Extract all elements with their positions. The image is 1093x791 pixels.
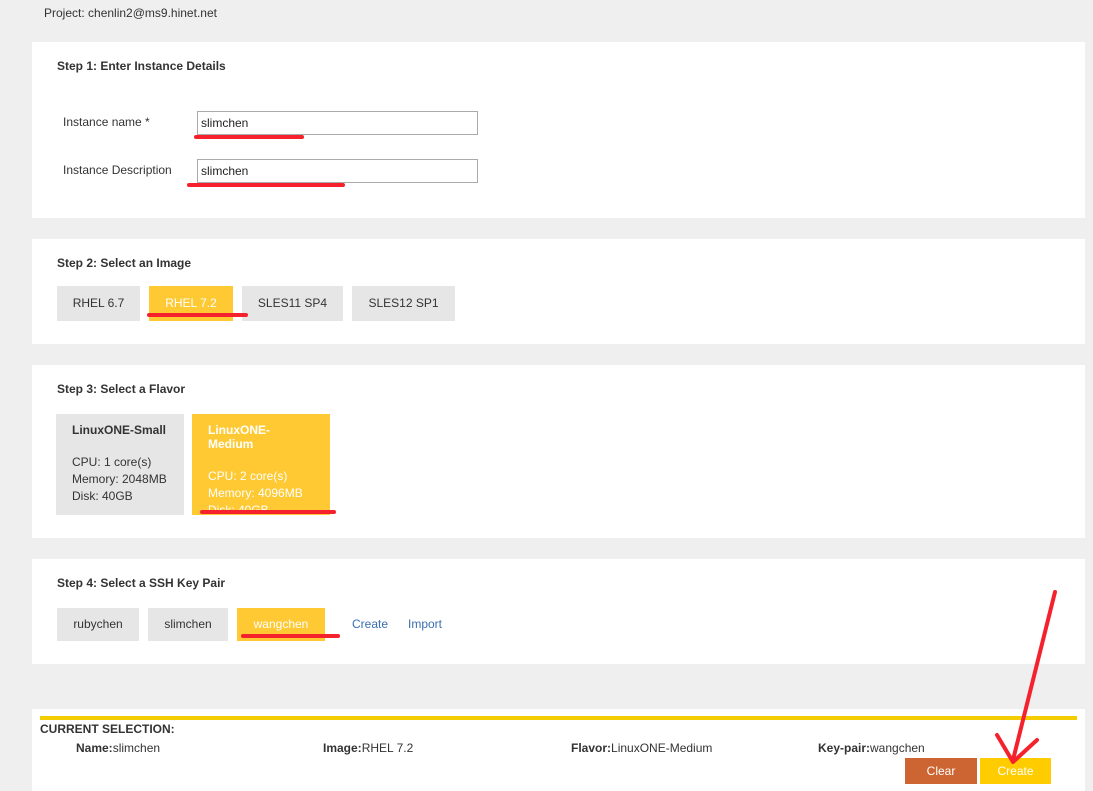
- image-option-sles11-sp4[interactable]: SLES11 SP4: [242, 286, 343, 321]
- selection-image-value: RHEL 7.2: [361, 741, 414, 755]
- selection-name-label: Name:: [76, 741, 113, 755]
- step3-title: Step 3: Select a Flavor: [57, 382, 186, 396]
- selection-image-label: Image:: [323, 741, 362, 755]
- selection-flavor-label: Flavor:: [571, 741, 612, 755]
- selection-flavor: Flavor:LinuxONE-Medium: [571, 741, 712, 755]
- step1-panel: Step 1: Enter Instance Details Instance …: [32, 42, 1085, 218]
- image-option-rhel-6-7[interactable]: RHEL 6.7: [57, 286, 140, 321]
- flavor-card-medium[interactable]: LinuxONE-Medium CPU: 2 core(s) Memory: 4…: [192, 414, 330, 517]
- flavor-name: LinuxONE-Small: [72, 423, 167, 437]
- annotation-underline: [200, 510, 336, 514]
- step3-panel: Step 3: Select a Flavor LinuxONE-Small C…: [32, 365, 1085, 538]
- selection-divider: [40, 716, 1077, 720]
- selection-name-value: slimchen: [112, 741, 161, 755]
- selection-keypair-label: Key-pair:: [818, 741, 871, 755]
- instance-description-label: Instance Description: [63, 163, 172, 177]
- current-selection-title: CURRENT SELECTION:: [40, 722, 175, 736]
- flavor-disk: Disk: 40GB: [72, 489, 133, 503]
- keypair-option-slimchen[interactable]: slimchen: [148, 608, 228, 641]
- flavor-name: LinuxONE-Medium: [208, 423, 270, 451]
- flavor-cpu: CPU: 1 core(s): [72, 455, 152, 469]
- selection-keypair: Key-pair:wangchen: [818, 741, 925, 755]
- flavor-card-small[interactable]: LinuxONE-Small CPU: 1 core(s) Memory: 20…: [56, 414, 184, 515]
- step4-title: Step 4: Select a SSH Key Pair: [57, 576, 226, 590]
- annotation-underline: [187, 183, 345, 187]
- selection-image: Image:RHEL 7.2: [323, 741, 413, 755]
- step2-title: Step 2: Select an Image: [57, 256, 192, 270]
- annotation-underline: [147, 313, 248, 317]
- step4-panel: Step 4: Select a SSH Key Pair rubychen s…: [32, 559, 1085, 664]
- instance-description-input[interactable]: [197, 159, 478, 183]
- flavor-cpu: CPU: 2 core(s): [208, 469, 288, 483]
- flavor-memory: Memory: 4096MB: [208, 486, 303, 500]
- create-keypair-link[interactable]: Create: [352, 617, 388, 631]
- create-button[interactable]: Create: [980, 758, 1051, 784]
- step1-title: Step 1: Enter Instance Details: [57, 59, 226, 73]
- instance-name-input[interactable]: [197, 111, 478, 135]
- current-selection-panel: CURRENT SELECTION: Name:slimchen Image:R…: [32, 709, 1085, 791]
- annotation-underline: [194, 135, 304, 139]
- instance-name-label: Instance name *: [63, 115, 150, 129]
- project-label: Project:: [44, 6, 85, 20]
- image-option-sles12-sp1[interactable]: SLES12 SP1: [352, 286, 455, 321]
- selection-flavor-value: LinuxONE-Medium: [611, 741, 713, 755]
- selection-keypair-value: wangchen: [870, 741, 925, 755]
- import-keypair-link[interactable]: Import: [408, 617, 442, 631]
- annotation-underline: [241, 634, 340, 638]
- project-value: chenlin2@ms9.hinet.net: [88, 6, 217, 20]
- keypair-option-rubychen[interactable]: rubychen: [57, 608, 139, 641]
- selection-name: Name:slimchen: [76, 741, 160, 755]
- project-header: Project: chenlin2@ms9.hinet.net: [44, 6, 217, 20]
- clear-button[interactable]: Clear: [905, 758, 977, 784]
- flavor-memory: Memory: 2048MB: [72, 472, 167, 486]
- step2-panel: Step 2: Select an Image RHEL 6.7 RHEL 7.…: [32, 239, 1085, 344]
